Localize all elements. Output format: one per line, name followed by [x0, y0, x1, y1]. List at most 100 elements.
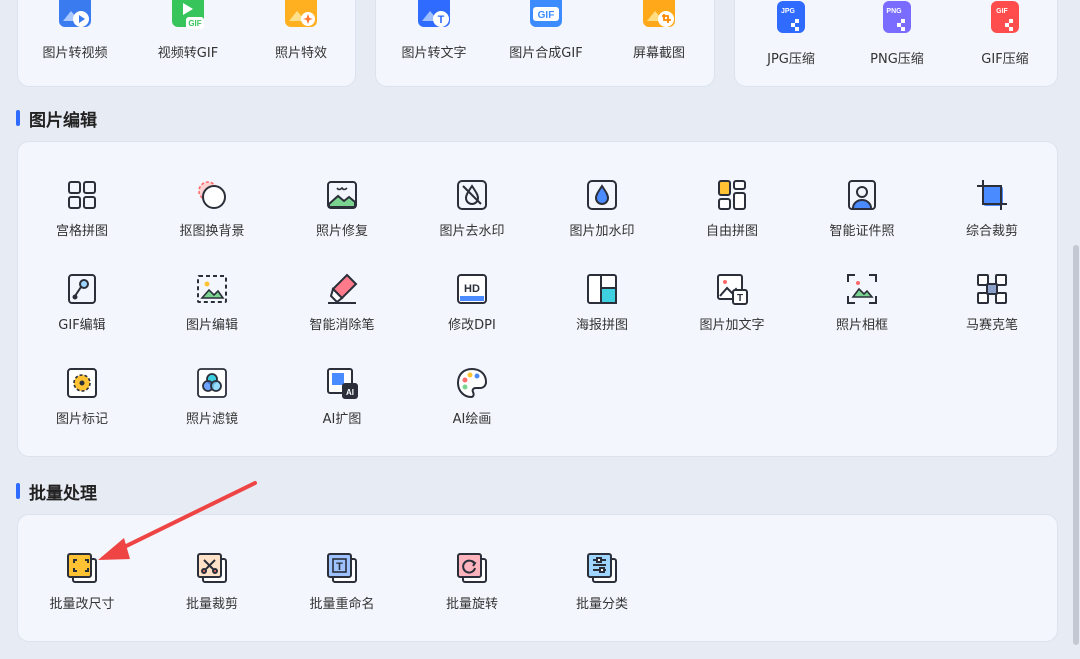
id-photo-icon	[845, 178, 879, 212]
vertical-scrollbar[interactable]	[1072, 0, 1080, 659]
tool-label: 图片去水印	[439, 224, 505, 239]
hd-text: HD	[464, 283, 480, 295]
tool-label: PNG压缩	[870, 52, 924, 67]
tool-label: AI绘画	[452, 412, 492, 427]
ai-text: AI	[346, 388, 354, 397]
tool-video-to-gif[interactable]: GIF 视频转GIF	[123, 0, 253, 79]
tool-label: 图片转文字	[401, 46, 467, 61]
tool-image-add-text[interactable]: T 图片加文字	[667, 272, 797, 352]
t-glyph: T	[737, 293, 743, 304]
tool-image-to-gif[interactable]: GIF 图片合成GIF	[481, 0, 611, 79]
png-badge-text: PNG	[886, 8, 902, 15]
mosaic-icon	[975, 272, 1009, 306]
palette-icon	[455, 366, 489, 400]
tool-label: AI扩图	[322, 412, 362, 427]
tool-label: 图片加文字	[699, 318, 765, 333]
tool-batch-resize[interactable]: 批量改尺寸	[17, 551, 147, 631]
tool-add-watermark[interactable]: 图片加水印	[537, 178, 667, 258]
tool-change-dpi[interactable]: HD 修改DPI	[407, 272, 537, 352]
section-accent-bar	[16, 110, 20, 126]
tool-label: 自由拼图	[705, 224, 758, 239]
hd-icon: HD	[455, 272, 489, 306]
photo-repair-icon	[325, 178, 359, 212]
remove-watermark-icon	[455, 178, 489, 212]
tool-label: 批量分类	[575, 597, 628, 612]
tool-gif-compress[interactable]: GIF GIF压缩	[940, 1, 1070, 85]
tool-label: 图片合成GIF	[509, 46, 583, 61]
tool-label: 海报拼图	[575, 318, 628, 333]
t-glyph: T	[438, 14, 445, 26]
tool-smart-id-photo[interactable]: 智能证件照	[797, 178, 927, 258]
tool-label: 抠图换背景	[179, 224, 245, 239]
top-card-image-tools: T 图片转文字 GIF 图片合成GIF 屏幕截图	[375, 0, 715, 87]
image-add-text-icon: T	[715, 272, 749, 306]
batch-rename-icon: T	[325, 551, 359, 585]
poster-collage-icon	[585, 272, 619, 306]
tool-label: 批量旋转	[445, 597, 498, 612]
tool-comprehensive-crop[interactable]: 综合裁剪	[927, 178, 1057, 258]
batch-classify-icon	[585, 551, 619, 585]
batch-card: 批量改尺寸 批量裁剪 T 批量重命名 批量旋转 批量分类	[17, 514, 1058, 642]
add-watermark-icon	[585, 178, 619, 212]
gif-compress-icon: GIF	[985, 1, 1025, 39]
cutout-icon	[195, 178, 229, 212]
jpg-compress-icon: JPG	[771, 1, 811, 39]
tool-photo-frame[interactable]: 照片相框	[797, 272, 927, 352]
tool-label: 照片特效	[274, 46, 327, 61]
top-card-compress: JPG JPG压缩 PNG PNG压缩 GIF GIF压缩	[734, 0, 1058, 87]
tool-batch-rename[interactable]: T 批量重命名	[277, 551, 407, 631]
tool-ai-expand[interactable]: AI AI扩图	[277, 366, 407, 446]
tool-label: 修改DPI	[448, 318, 496, 333]
tool-photo-repair[interactable]: 照片修复	[277, 178, 407, 258]
screenshot-icon	[639, 0, 679, 33]
tool-batch-rotate[interactable]: 批量旋转	[407, 551, 537, 631]
tool-gif-edit[interactable]: GIF编辑	[17, 272, 147, 352]
tool-mosaic-pen[interactable]: 马赛克笔	[927, 272, 1057, 352]
top-card-convert: 图片转视频 GIF 视频转GIF 照片特效	[17, 0, 356, 87]
tool-image-to-video[interactable]: 图片转视频	[10, 0, 140, 79]
tool-cutout-background[interactable]: 抠图换背景	[147, 178, 277, 258]
image-mark-icon	[65, 366, 99, 400]
tool-free-collage[interactable]: 自由拼图	[667, 178, 797, 258]
image-edit-card: 宫格拼图 抠图换背景 照片修复 图片去水印 图片加水印 自由拼图 智能证件照 综…	[17, 141, 1058, 457]
tool-batch-classify[interactable]: 批量分类	[537, 551, 667, 631]
tool-label: 图片加水印	[569, 224, 635, 239]
tool-label: 批量裁剪	[185, 597, 238, 612]
tool-label: 宫格拼图	[55, 224, 108, 239]
tool-label: GIF编辑	[58, 318, 106, 333]
tool-image-edit[interactable]: 图片编辑	[147, 272, 277, 352]
tool-batch-crop[interactable]: 批量裁剪	[147, 551, 277, 631]
tool-label: 马赛克笔	[965, 318, 1018, 333]
tool-image-mark[interactable]: 图片标记	[17, 366, 147, 446]
tool-poster-collage[interactable]: 海报拼图	[537, 272, 667, 352]
tool-label: 视频转GIF	[157, 46, 219, 61]
scrollbar-thumb[interactable]	[1073, 245, 1079, 645]
crop-icon	[975, 178, 1009, 212]
tool-label: 图片编辑	[185, 318, 238, 333]
tool-label: 照片滤镜	[185, 412, 238, 427]
tool-label: 照片修复	[315, 224, 368, 239]
image-to-text-icon: T	[414, 0, 454, 33]
tool-label: 图片转视频	[42, 46, 108, 61]
tool-grid-collage[interactable]: 宫格拼图	[17, 178, 147, 258]
image-edit-icon	[195, 272, 229, 306]
tool-smart-eraser[interactable]: 智能消除笔	[277, 272, 407, 352]
tool-photo-filter[interactable]: 照片滤镜	[147, 366, 277, 446]
video-to-gif-icon: GIF	[168, 0, 208, 33]
filter-icon	[195, 366, 229, 400]
tool-label: 屏幕截图	[632, 46, 685, 61]
grid-icon	[65, 178, 99, 212]
gif-badge-text: GIF	[538, 10, 555, 21]
batch-rotate-icon	[455, 551, 489, 585]
tool-ai-painting[interactable]: AI绘画	[407, 366, 537, 446]
tool-image-to-text[interactable]: T 图片转文字	[369, 0, 499, 79]
section-accent-bar	[16, 483, 20, 499]
tool-label: JPG压缩	[767, 52, 815, 67]
tool-remove-watermark[interactable]: 图片去水印	[407, 178, 537, 258]
tool-label: 照片相框	[835, 318, 888, 333]
gif-badge-text: GIF	[188, 19, 201, 28]
section-title-text: 批量处理	[29, 483, 97, 504]
tool-photo-effects[interactable]: 照片特效	[236, 0, 366, 79]
tool-screenshot[interactable]: 屏幕截图	[594, 0, 724, 79]
eraser-icon	[325, 272, 359, 306]
